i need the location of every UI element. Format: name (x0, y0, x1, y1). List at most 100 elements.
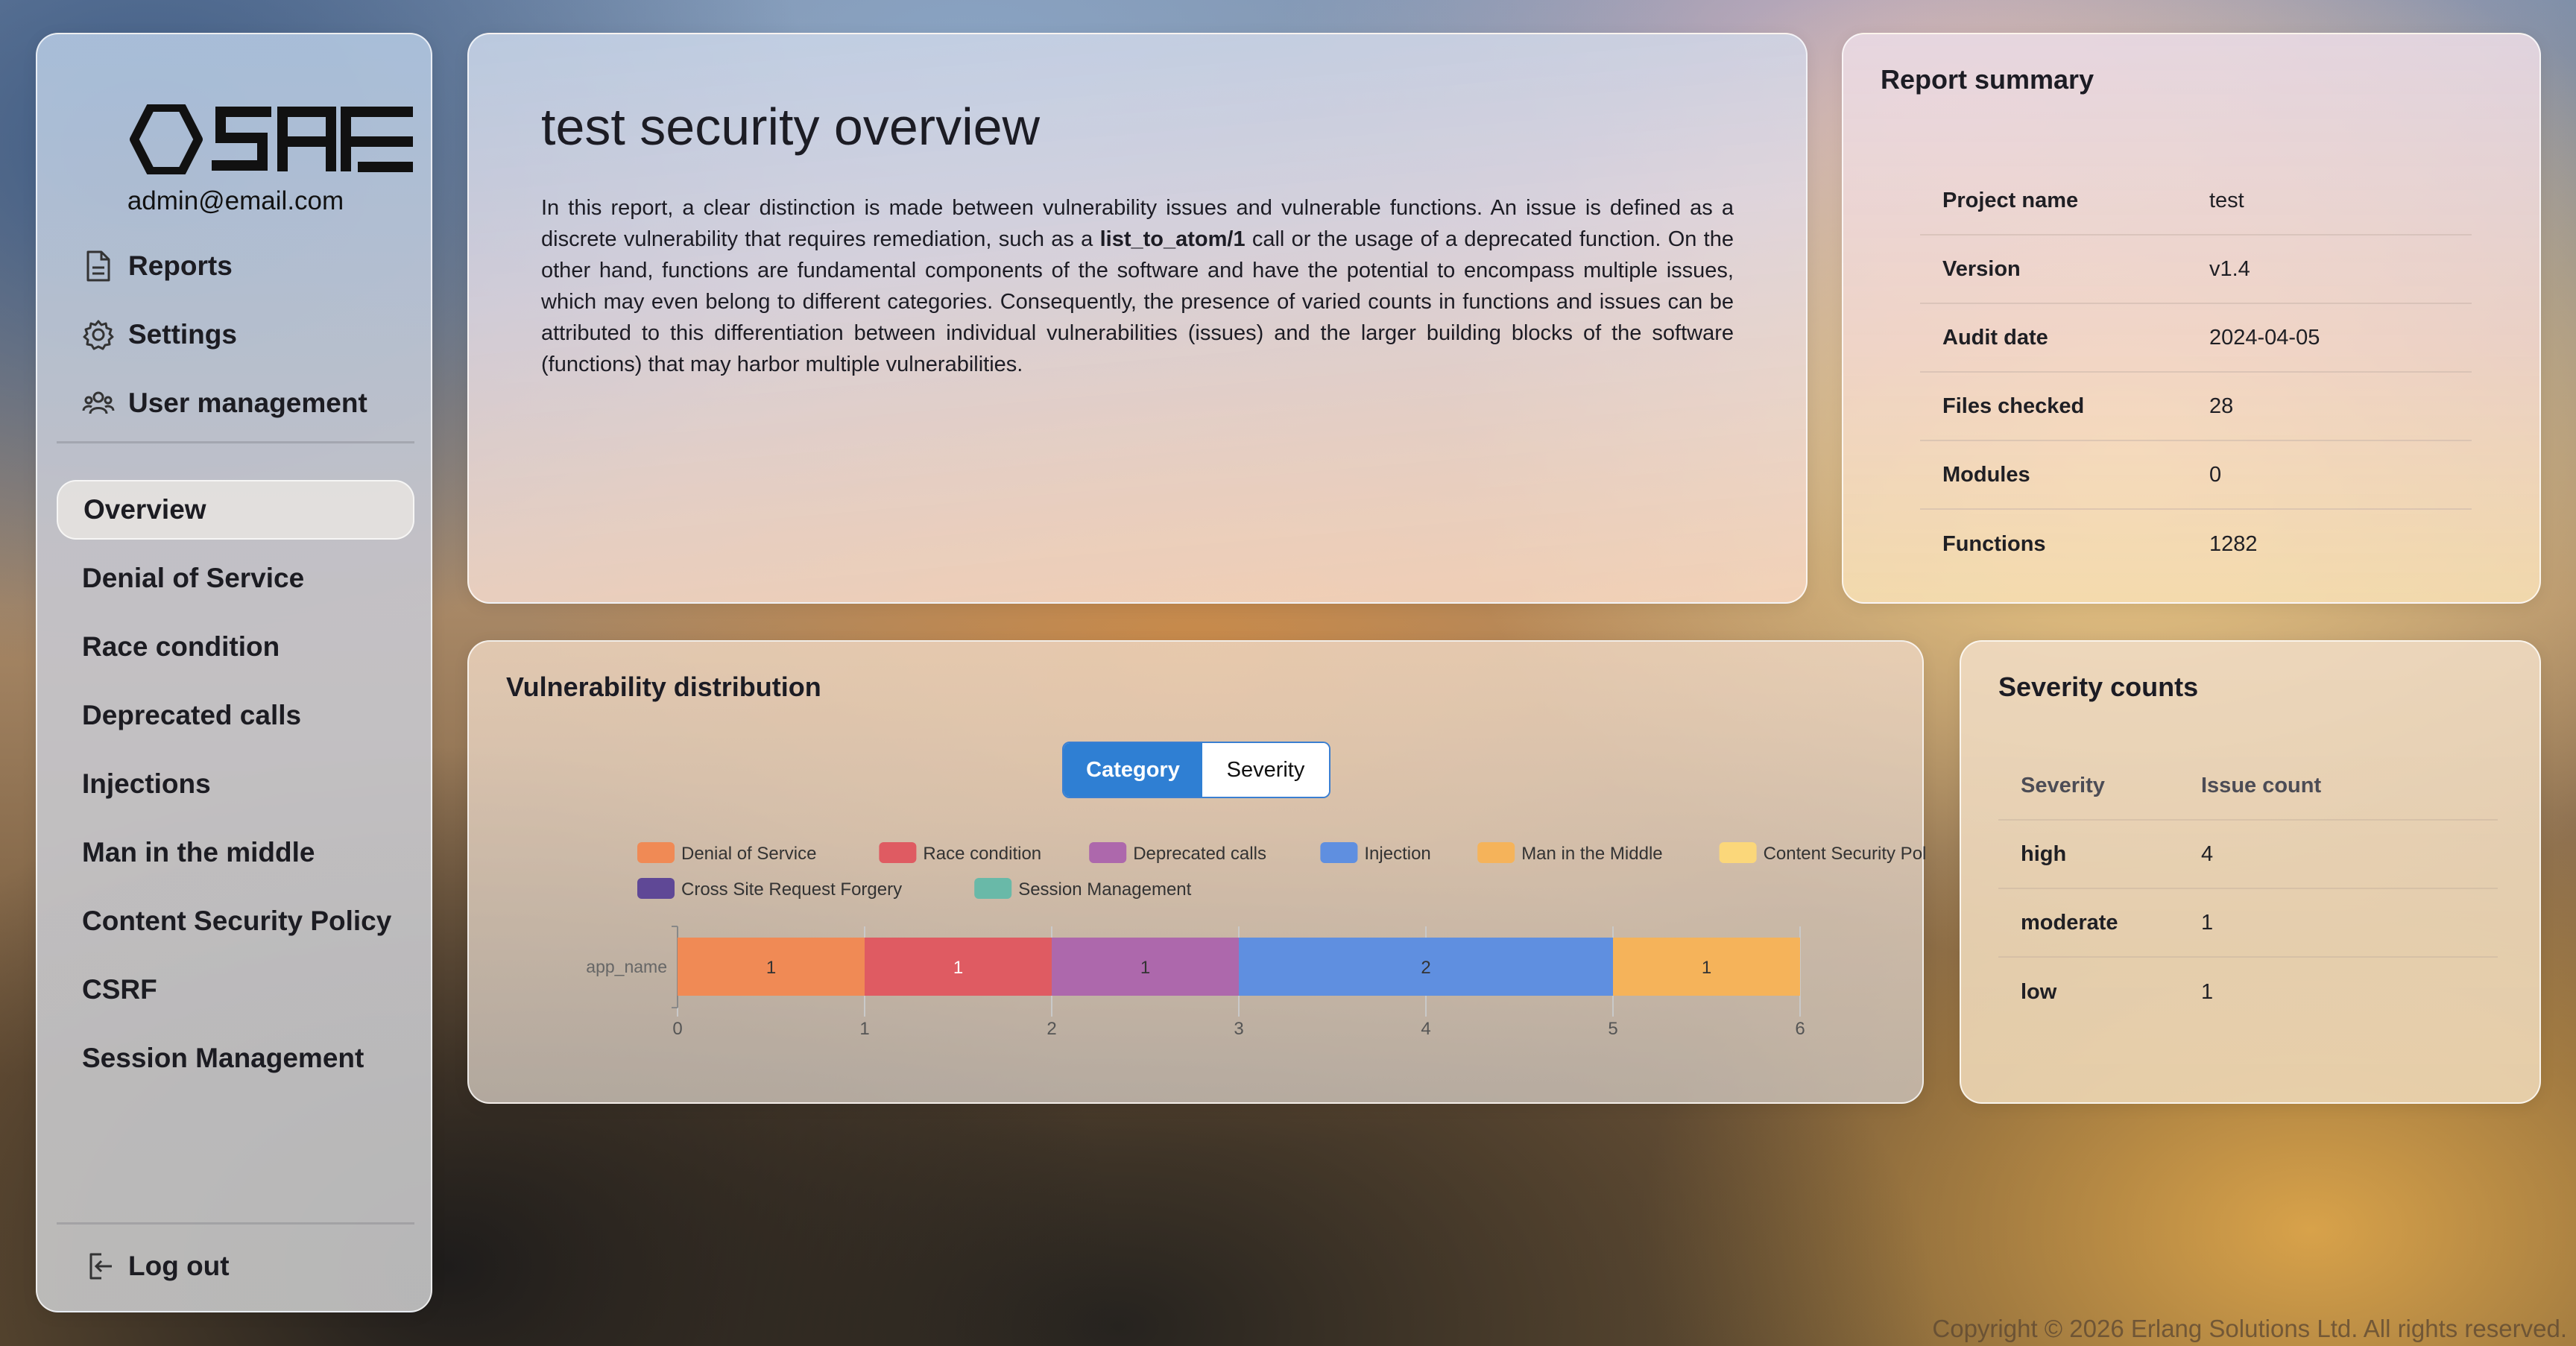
category-label: Deprecated calls (82, 700, 302, 730)
summary-key: Project name (1942, 188, 2079, 212)
summary-row-project-name: Project name test (1920, 167, 2472, 236)
category-label: Content Security Policy (82, 906, 392, 936)
summary-key: Functions (1942, 531, 2046, 556)
x-tick-label: 3 (1234, 1019, 1243, 1039)
issue-count: 1 (2201, 910, 2214, 935)
issue-count: 1 (2201, 979, 2214, 1004)
category-injections[interactable]: Injections (57, 754, 414, 814)
sidebar-divider (57, 1222, 414, 1225)
summary-key: Files checked (1942, 394, 2085, 418)
logo-e-glyph (358, 107, 413, 172)
x-tick-label: 5 (1608, 1019, 1617, 1039)
legend-swatch (1320, 842, 1358, 863)
category-race-condition[interactable]: Race condition (57, 617, 414, 677)
report-summary-title: Report summary (1881, 64, 2094, 95)
legend-label: Man in the Middle (1521, 844, 1662, 864)
severity-counts-card: Severity counts Severity Issue count hig… (1960, 640, 2541, 1104)
legend-label: Cross Site Request Forgery (681, 879, 902, 900)
summary-key: Audit date (1942, 325, 2048, 350)
overview-card: test security overview In this report, a… (467, 33, 1808, 604)
nav-settings[interactable]: Settings (82, 309, 237, 361)
severity-row-low: low 1 (1998, 958, 2498, 1026)
gear-icon (82, 318, 115, 351)
legend-swatch (974, 878, 1012, 899)
legend-swatch (1477, 842, 1515, 863)
summary-key: Modules (1942, 462, 2030, 487)
severity-row-moderate: moderate 1 (1998, 889, 2498, 958)
logout-icon (82, 1250, 115, 1283)
user-email: admin@email.com (127, 186, 344, 215)
vulnerability-distribution-card: Vulnerability distribution Category Seve… (467, 640, 1925, 1104)
legend-swatch (1719, 842, 1757, 863)
category-content-security-policy[interactable]: Content Security Policy (57, 891, 414, 951)
nav-user-management-label: User management (128, 388, 367, 418)
summary-row-modules: Modules 0 (1920, 441, 2472, 510)
nav-user-management[interactable]: User management (82, 377, 367, 429)
legend-swatch (637, 878, 675, 899)
bar-value-label: 1 (766, 958, 776, 978)
nav-reports-label: Reports (128, 250, 233, 281)
x-tick-label: 4 (1421, 1019, 1430, 1039)
bar-value-label: 2 (1421, 958, 1430, 978)
issue-count-header: Issue count (2201, 773, 2322, 797)
legend-label: Deprecated calls (1133, 844, 1266, 864)
summary-row-functions: Functions 1282 (1920, 510, 2472, 578)
x-tick-label: 6 (1795, 1019, 1805, 1039)
category-label: Man in the middle (82, 837, 315, 868)
category-label: Race condition (82, 631, 280, 662)
bar-value-label: 1 (1140, 958, 1150, 978)
overview-description: In this report, a clear distinction is m… (541, 192, 1734, 380)
category-csrf[interactable]: CSRF (57, 960, 414, 1020)
category-label: CSRF (82, 974, 157, 1005)
summary-row-audit-date: Audit date 2024-04-05 (1920, 304, 2472, 373)
legend-swatch (1089, 842, 1127, 863)
nav-settings-label: Settings (128, 319, 237, 350)
distribution-chart: Denial of Service Race condition Deprecate… (586, 842, 1925, 1039)
logout-button[interactable]: Log out (82, 1240, 230, 1292)
x-tick-label: 2 (1046, 1019, 1056, 1039)
sidebar-divider (57, 441, 414, 443)
sidebar: admin@email.com Reports Settings User ma… (36, 33, 432, 1312)
severity-counts-title: Severity counts (1998, 672, 2199, 702)
category-session-management[interactable]: Session Management (57, 1029, 414, 1088)
x-tick-label: 0 (672, 1019, 682, 1039)
summary-row-version: Version v1.4 (1920, 236, 2472, 304)
summary-value: 0 (2209, 462, 2222, 487)
bar-value-label: 1 (1702, 958, 1711, 978)
report-summary-card: Report summary Project name test Version v… (1842, 33, 2541, 604)
document-icon (82, 250, 115, 282)
summary-value: test (2209, 188, 2244, 212)
category-label: Injections (82, 768, 211, 799)
severity-table-header: Severity Issue count (1998, 752, 2498, 821)
summary-key: Version (1942, 256, 2021, 281)
category-man-in-the-middle[interactable]: Man in the middle (57, 823, 414, 882)
y-category-label: app_name (586, 957, 667, 976)
nav-reports[interactable]: Reports (82, 240, 233, 292)
summary-row-files-checked: Files checked 28 (1920, 373, 2472, 441)
legend-swatch (879, 842, 917, 863)
users-icon (82, 387, 115, 420)
page-title: test security overview (541, 98, 1041, 156)
severity-level: low (2021, 979, 2057, 1004)
summary-value: 2024-04-05 (2209, 325, 2320, 350)
category-deprecated-calls[interactable]: Deprecated calls (57, 686, 414, 745)
severity-row-high: high 4 (1998, 821, 2498, 889)
severity-header: Severity (2021, 773, 2105, 797)
category-label: Session Management (82, 1043, 364, 1073)
overview-text-code: list_to_atom/1 (1099, 227, 1246, 251)
category-label: Overview (83, 494, 206, 525)
legend-label: Session Management (1018, 879, 1191, 900)
category-overview[interactable]: Overview (57, 480, 414, 540)
x-tick-label: 1 (859, 1019, 869, 1039)
logout-label: Log out (128, 1251, 230, 1281)
legend-label: Injection (1364, 844, 1430, 864)
legend-label: Content Security Policy (1764, 844, 1925, 864)
summary-value: 28 (2209, 394, 2234, 418)
category-label: Denial of Service (82, 563, 305, 593)
category-denial-of-service[interactable]: Denial of Service (57, 549, 414, 608)
summary-value: 1282 (2209, 531, 2258, 556)
bar-value-label: 1 (953, 958, 963, 978)
issue-count: 4 (2201, 841, 2214, 866)
severity-level: moderate (2021, 910, 2118, 935)
severity-level: high (2021, 841, 2067, 866)
